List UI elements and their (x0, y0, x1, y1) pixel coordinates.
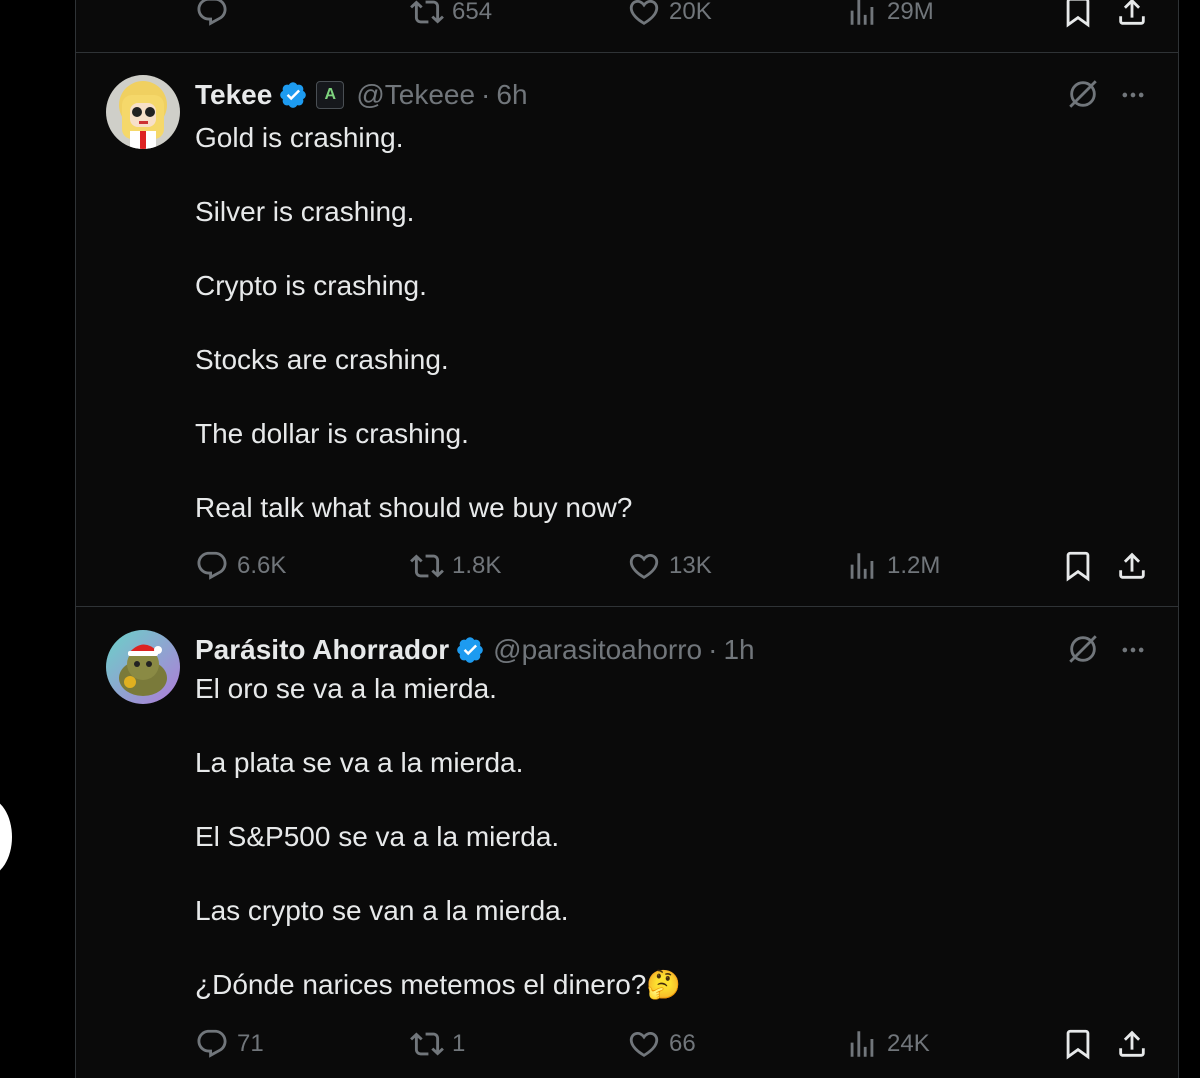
timeline: 654 20K 29M Tekee A @Tekeee · 6h Gold is… (75, 0, 1179, 1078)
display-name[interactable]: Parásito Ahorrador (195, 634, 449, 666)
reply-icon (197, 1029, 227, 1058)
tweet[interactable]: Tekee A @Tekeee · 6h Gold is crashing. S… (76, 53, 1178, 607)
retweet-count: 654 (452, 0, 493, 25)
grok-icon[interactable] (1066, 77, 1100, 111)
like-button[interactable]: 13K (627, 546, 712, 586)
share-icon (1119, 0, 1145, 25)
page: 654 20K 29M Tekee A @Tekeee · 6h Gold is… (0, 0, 1200, 1078)
views-button[interactable]: 24K (845, 1024, 930, 1064)
handle[interactable]: @Tekeee (356, 79, 475, 111)
bookmark-button[interactable] (1061, 0, 1095, 32)
tweet-line: The dollar is crashing. (195, 418, 469, 449)
reply-count: 71 (237, 1030, 264, 1057)
avatar[interactable] (106, 75, 180, 149)
views-icon (850, 0, 874, 25)
bookmark-button[interactable] (1061, 546, 1095, 586)
share-button[interactable] (1115, 0, 1149, 32)
like-button[interactable]: 20K (627, 0, 712, 32)
previous-action-bar: 654 20K 29M (195, 0, 1155, 32)
more-icon[interactable] (1116, 636, 1150, 664)
tweet-line: Real talk what should we buy now? (195, 492, 633, 523)
verified-icon (457, 637, 483, 663)
bookmark-icon (1066, 551, 1090, 582)
grok-icon[interactable] (1066, 632, 1100, 666)
floating-button[interactable] (0, 798, 12, 876)
tweet-line: El S&P500 se va a la mierda. (195, 821, 560, 852)
retweet-count: 1.8K (452, 552, 502, 579)
tweet-header: Parásito Ahorrador @parasitoahorro · 1h (195, 630, 755, 670)
bookmark-icon (1066, 0, 1090, 28)
bookmark-button[interactable] (1061, 1024, 1095, 1064)
like-button[interactable]: 66 (627, 1024, 696, 1064)
action-bar: 6.6K 1.8K 13K 1.2M (195, 546, 1155, 586)
reply-icon (197, 0, 227, 26)
share-icon (1119, 1030, 1145, 1057)
retweet-icon (410, 554, 444, 578)
retweet-icon (410, 0, 444, 24)
timestamp[interactable]: 6h (496, 79, 527, 111)
affiliate-badge[interactable]: A (316, 81, 345, 109)
tweet-text: Gold is crashing. Silver is crashing. Cr… (195, 119, 1135, 526)
verified-icon (280, 82, 307, 108)
retweet-icon (410, 1032, 444, 1056)
reply-count: 6.6K (237, 552, 287, 579)
tweet-line: La plata se va a la mierda. (195, 747, 524, 778)
tweet-line: Gold is crashing. (195, 122, 404, 153)
reply-button[interactable] (195, 0, 237, 32)
tweet-line: Silver is crashing. (195, 196, 415, 227)
tweet-line: Stocks are crashing. (195, 344, 449, 375)
display-name[interactable]: Tekee (195, 79, 272, 111)
tweet-text: El oro se va a la mierda. La plata se va… (195, 670, 1135, 1003)
retweet-count: 1 (452, 1030, 466, 1057)
views-button[interactable]: 1.2M (845, 546, 940, 586)
retweet-button[interactable]: 1.8K (410, 546, 501, 586)
avatar-image (106, 630, 180, 704)
avatar[interactable] (106, 630, 180, 704)
timestamp[interactable]: 1h (723, 634, 754, 666)
previous-tweet-actions: 654 20K 29M (76, 0, 1178, 53)
like-count: 66 (669, 1030, 696, 1057)
tweet-line: El oro se va a la mierda. (195, 673, 497, 704)
action-bar: 71 1 66 24K (195, 1024, 1155, 1064)
tweet-header: Tekee A @Tekeee · 6h (195, 75, 528, 115)
like-icon (629, 553, 659, 579)
views-count: 1.2M (887, 552, 941, 579)
share-button[interactable] (1115, 546, 1149, 586)
tweet-line: ¿Dónde narices metemos el dinero?🤔 (195, 969, 682, 1000)
views-button[interactable]: 29M (845, 0, 934, 32)
tweet-line: Crypto is crashing. (195, 270, 427, 301)
handle[interactable]: @parasitoahorro (493, 634, 702, 666)
like-icon (629, 1031, 659, 1057)
like-icon (629, 0, 659, 25)
reply-button[interactable]: 6.6K (195, 546, 286, 586)
separator-dot: · (708, 634, 718, 665)
views-icon (850, 1031, 874, 1057)
like-count: 13K (669, 552, 712, 579)
share-icon (1119, 552, 1145, 579)
bookmark-icon (1066, 1029, 1090, 1060)
more-icon[interactable] (1116, 81, 1150, 109)
tweet[interactable]: Parásito Ahorrador @parasitoahorro · 1h … (76, 608, 1178, 1078)
like-count: 20K (669, 0, 712, 25)
share-button[interactable] (1115, 1024, 1149, 1064)
reply-button[interactable]: 71 (195, 1024, 264, 1064)
tweet-line: Las crypto se van a la mierda. (195, 895, 569, 926)
views-icon (850, 553, 874, 579)
separator-dot: · (481, 79, 491, 110)
avatar-image (106, 75, 180, 149)
views-count: 24K (887, 1030, 930, 1057)
retweet-button[interactable]: 654 (410, 0, 492, 32)
retweet-button[interactable]: 1 (410, 1024, 465, 1064)
reply-icon (197, 551, 227, 580)
views-count: 29M (887, 0, 934, 25)
